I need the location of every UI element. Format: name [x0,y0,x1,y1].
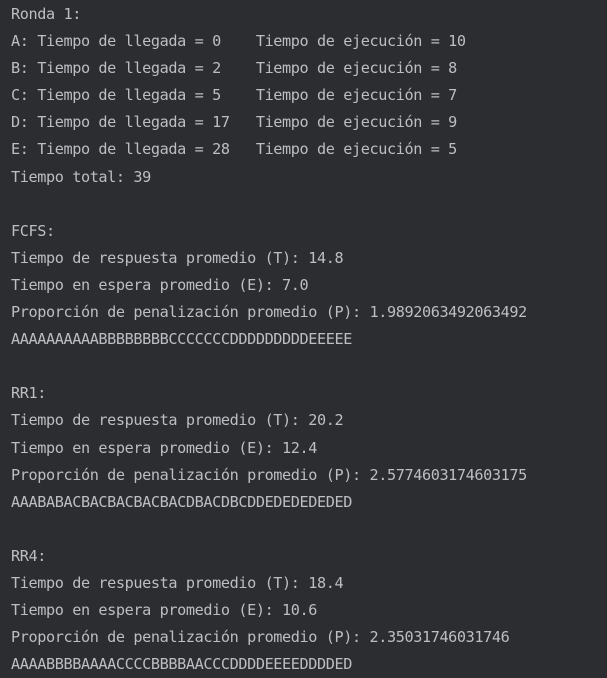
rr4-response-time: Tiempo de respuesta promedio (T): 18.4 [11,573,344,592]
process-b-info: B: Tiempo de llegada = 2 Tiempo de ejecu… [11,59,457,78]
process-e-info: E: Tiempo de llegada = 28 Tiempo de ejec… [11,140,457,159]
rr1-wait-time: Tiempo en espera promedio (E): 12.4 [11,438,318,457]
fcfs-schedule: AAAAAAAAAABBBBBBBBCCCCCCCDDDDDDDDDEEEEE [11,330,353,349]
fcfs-header: FCFS: [11,221,55,240]
fcfs-response-time: Tiempo de respuesta promedio (T): 14.8 [11,248,344,267]
rr4-wait-time: Tiempo en espera promedio (E): 10.6 [11,601,318,620]
rr1-response-time: Tiempo de respuesta promedio (T): 20.2 [11,411,344,430]
rr4-schedule: AAAABBBBAAAACCCCBBBBAACCCDDDDEEEEDDDDED [11,655,353,674]
fcfs-wait-time: Tiempo en espera promedio (E): 7.0 [11,275,309,294]
fcfs-penalty-ratio: Proporción de penalización promedio (P):… [11,303,527,322]
console-output: Ronda 1: A: Tiempo de llegada = 0 Tiempo… [0,0,607,678]
process-d-info: D: Tiempo de llegada = 17 Tiempo de ejec… [11,113,457,132]
rr4-header: RR4: [11,546,46,565]
rr4-penalty-ratio: Proporción de penalización promedio (P):… [11,628,510,647]
process-c-info: C: Tiempo de llegada = 5 Tiempo de ejecu… [11,86,457,105]
process-a-info: A: Tiempo de llegada = 0 Tiempo de ejecu… [11,32,466,51]
round-header: Ronda 1: [11,5,81,23]
rr1-header: RR1: [11,384,46,403]
total-time: Tiempo total: 39 [11,167,151,186]
rr1-penalty-ratio: Proporción de penalización promedio (P):… [11,465,527,484]
rr1-schedule: AAABABACBACBACBACBACDBACDBCDDEDEDEDEDED [11,492,353,511]
